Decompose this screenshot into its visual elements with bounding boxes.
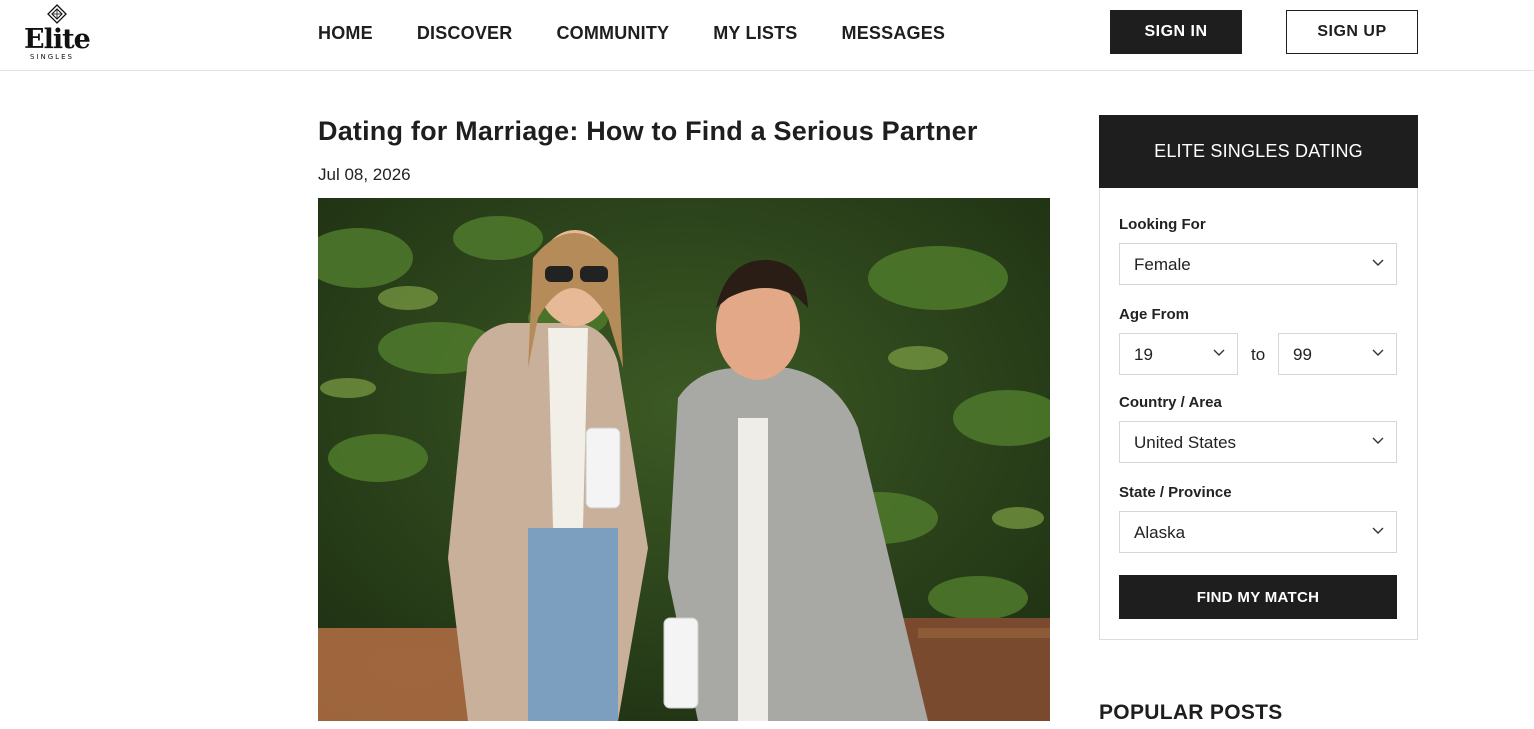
popular-posts-heading: POPULAR POSTS	[1099, 701, 1283, 724]
state-select[interactable]: Alaska	[1119, 511, 1397, 553]
chevron-down-icon	[1372, 259, 1384, 266]
state-label: State / Province	[1119, 484, 1232, 501]
chevron-down-icon	[1372, 437, 1384, 444]
looking-for-label: Looking For	[1119, 216, 1206, 233]
country-label: Country / Area	[1119, 394, 1222, 411]
age-to-separator: to	[1251, 345, 1266, 364]
nav-discover[interactable]: DISCOVER	[417, 22, 513, 44]
sign-up-button[interactable]: SIGN UP	[1286, 10, 1418, 54]
country-select[interactable]: United States	[1119, 421, 1397, 463]
looking-for-select[interactable]: Female	[1119, 243, 1397, 285]
article-date: Jul 08, 2026	[318, 165, 411, 184]
article-title: Dating for Marriage: How to Find a Serio…	[318, 116, 978, 146]
logo-wordmark: Elite	[24, 24, 91, 55]
age-from-label: Age From	[1119, 306, 1190, 323]
chevron-down-icon	[1213, 349, 1225, 356]
age-from-value: 19	[1134, 345, 1153, 364]
state-value: Alaska	[1134, 523, 1186, 542]
looking-for-value: Female	[1134, 255, 1191, 274]
article-hero-image	[318, 198, 1050, 721]
logo-tagline: SINGLES	[30, 53, 74, 61]
chevron-down-icon	[1372, 527, 1384, 534]
age-to-value: 99	[1293, 345, 1312, 364]
main-nav: HOME DISCOVER COMMUNITY MY LISTS MESSAGE…	[318, 22, 989, 44]
age-to-select[interactable]: 99	[1278, 333, 1397, 375]
diamond-logo-icon	[47, 4, 67, 24]
nav-messages[interactable]: MESSAGES	[842, 22, 946, 44]
chevron-down-icon	[1372, 349, 1384, 356]
widget-heading: ELITE SINGLES DATING	[1099, 115, 1418, 188]
search-widget: ELITE SINGLES DATING Looking For Female …	[1099, 115, 1418, 640]
site-header: Elite SINGLES HOME DISCOVER COMMUNITY MY…	[0, 0, 1534, 71]
nav-community[interactable]: COMMUNITY	[556, 22, 669, 44]
couple-photo-illustration	[318, 198, 1050, 721]
age-from-select[interactable]: 19	[1119, 333, 1238, 375]
nav-my-lists[interactable]: MY LISTS	[713, 22, 797, 44]
nav-home[interactable]: HOME	[318, 22, 373, 44]
country-value: United States	[1134, 433, 1237, 452]
sign-in-button[interactable]: SIGN IN	[1110, 10, 1242, 54]
elite-singles-logo[interactable]: Elite SINGLES	[22, 4, 92, 64]
find-my-match-button[interactable]: FIND MY MATCH	[1119, 575, 1397, 619]
